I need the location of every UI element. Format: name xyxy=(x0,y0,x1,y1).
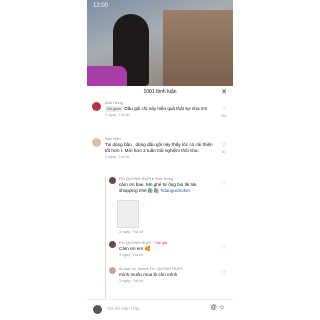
heart-icon[interactable]: ♡ xyxy=(220,270,228,277)
comment-date: 3 ngày xyxy=(119,253,131,257)
reply-to-user[interactable]: Fb: QUYNH RUPI xyxy=(150,266,182,271)
video-background[interactable]: 12:00 xyxy=(87,0,233,86)
comment-date: 2 ngày xyxy=(105,155,117,159)
author-badge: Tác giả xyxy=(154,241,168,245)
comment-item: Ánh Hồng Đã ghim Dầu gội chị này hiệu qu… xyxy=(87,100,233,134)
heart-icon[interactable]: ♡ xyxy=(220,180,228,187)
video-wall xyxy=(163,10,233,86)
comment-body: Ánh Hồng Đã ghim Dầu gội chị này hiệu qu… xyxy=(105,100,213,118)
input-actions: @☺ xyxy=(211,305,227,311)
reply-link[interactable]: Trả lời xyxy=(133,230,144,234)
reply-link[interactable]: Trả lời xyxy=(133,279,144,283)
comments-sheet: 1001 bình luận ✕ Ánh Hồng Đã ghim Dầu gộ… xyxy=(87,86,233,320)
comment-text: Tui dùng bầu , dùng dầu gội này thấy tóc… xyxy=(105,142,213,153)
reply-link[interactable]: Trả lời xyxy=(133,253,144,257)
comment-username[interactable]: Fb: QUYNH RUPI xyxy=(119,240,151,245)
comment-input[interactable]: Trả lời Hân Hân xyxy=(107,306,139,311)
avatar[interactable] xyxy=(109,177,116,184)
comment-body: Bảo Hân Tui dùng bầu , dùng dầu gội này … xyxy=(105,136,213,160)
comment-date: 3 ngày xyxy=(105,113,117,117)
reply-link[interactable]: Trả lời xyxy=(119,113,130,117)
comments-count-title: 1001 bình luận xyxy=(143,89,177,95)
status-bar: 12:00 xyxy=(93,3,227,11)
avatar[interactable] xyxy=(92,102,101,111)
phone-screen: 12:00 1001 bình luận ✕ Ánh Hồng Đã ghim … xyxy=(87,0,233,320)
comment-text: Dầu gội chị này hiệu quả thật sự nha mn xyxy=(124,106,208,111)
reply-item: Ai huệ cô_mao ▸ Fb: QUYNH RUPI mình muốn… xyxy=(87,266,233,292)
comment-item: Bảo Hân Tui dùng bầu , dùng dầu gội này … xyxy=(87,136,233,174)
video-shirt xyxy=(87,66,127,86)
comment-date: 3 ngày xyxy=(119,230,131,234)
comments-header: 1001 bình luận ✕ xyxy=(87,86,233,98)
attached-image[interactable] xyxy=(117,200,139,228)
comment-body: Fb: QUYNH RUPI · Tác giả Cảm ơn em 🥰 3 n… xyxy=(119,240,168,257)
comment-body: Fb: QUYNH RUPI ▸ Ánh Hồng cảm ơn bae. Mn… xyxy=(119,176,197,193)
heart-icon[interactable]: ♡ xyxy=(220,106,228,113)
comment-input-bar: Trả lời Hân Hân @☺ xyxy=(87,299,233,320)
at-mention-icon[interactable]: @ xyxy=(211,305,219,311)
emoji-icon[interactable]: ☺ xyxy=(219,305,227,311)
comment-meta: 3 ngày Trả lời xyxy=(119,229,215,235)
comment-username[interactable]: Fb: QUYNH RUPI xyxy=(119,176,151,181)
status-time: 12:00 xyxy=(93,3,109,9)
reply-item: Fb: QUYNH RUPI · Tác giả Cảm ơn em 🥰 3 n… xyxy=(87,240,233,264)
avatar[interactable] xyxy=(109,241,116,248)
avatar[interactable] xyxy=(109,267,116,274)
avatar[interactable] xyxy=(92,138,101,147)
like-count: 87 xyxy=(222,150,226,154)
comment-text: Cảm ơn em xyxy=(119,246,144,251)
comment-date: 3 ngày xyxy=(119,279,131,283)
like-count: 391 xyxy=(221,114,227,118)
my-avatar xyxy=(93,305,102,314)
heart-icon[interactable]: ♡ xyxy=(220,244,228,251)
hashtag-link[interactable]: #dauguoboket xyxy=(161,188,190,193)
comment-username[interactable]: Ai huệ cô_mao xyxy=(119,266,146,271)
heart-icon[interactable]: ♡ xyxy=(220,142,228,149)
reply-to-user[interactable]: Ánh Hồng xyxy=(155,176,173,181)
close-icon[interactable]: ✕ xyxy=(221,88,227,96)
comment-body: Ai huệ cô_mao ▸ Fb: QUYNH RUPI mình muốn… xyxy=(119,266,215,284)
reply-link[interactable]: Trả lời xyxy=(119,155,130,159)
reply-item: Fb: QUYNH RUPI ▸ Ánh Hồng cảm ơn bae. Mn… xyxy=(87,176,233,240)
